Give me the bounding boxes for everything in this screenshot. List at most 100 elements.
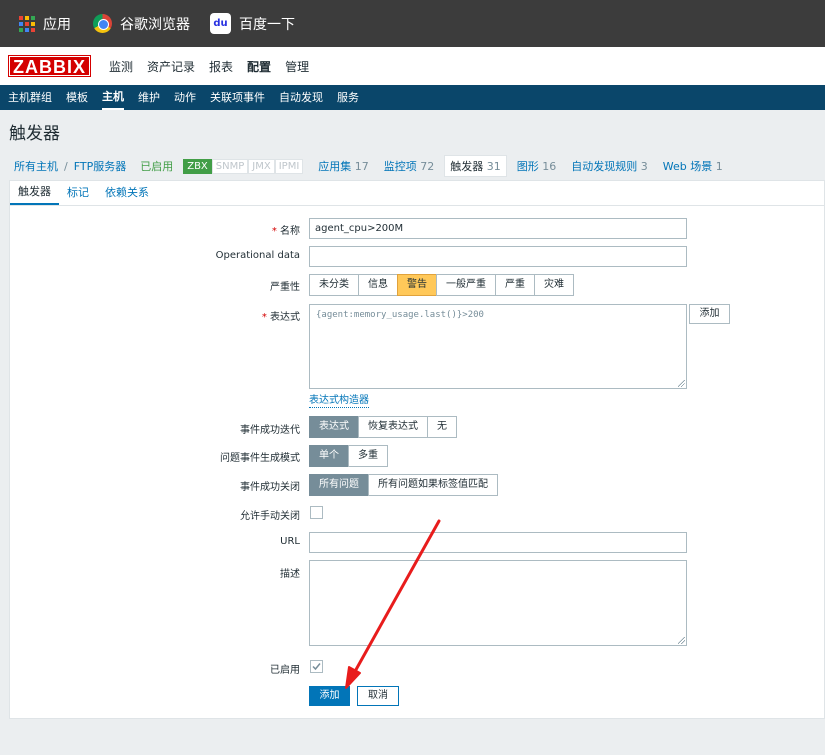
submenu-services[interactable]: 服务 <box>337 85 359 110</box>
main-menu: 监测 资产记录 报表 配置 管理 <box>109 47 323 85</box>
submenu-host-groups[interactable]: 主机群组 <box>8 85 52 110</box>
badge-jmx: JMX <box>248 158 275 174</box>
menu-administration[interactable]: 管理 <box>285 58 309 75</box>
interface-badges: ZBX SNMP JMX IPMI <box>183 158 304 174</box>
submenu-event-correlation[interactable]: 关联项事件 <box>210 85 265 110</box>
description-textarea[interactable] <box>309 560 687 646</box>
menu-inventory[interactable]: 资产记录 <box>147 58 195 75</box>
breadcrumb-item-label: 图形 <box>516 160 539 173</box>
ok-close-all-problems[interactable]: 所有问题 <box>309 474 369 496</box>
url-label: URL <box>280 536 300 547</box>
form-tabs: 触发器 标记 依赖关系 <box>10 181 157 205</box>
name-input[interactable]: agent_cpu>200M <box>309 218 687 239</box>
breadcrumb-item-label: 监控项 <box>383 160 417 173</box>
name-label-text: 名称 <box>280 226 300 237</box>
badge-snmp: SNMP <box>211 158 249 174</box>
bookmarks-bar: 应用 谷歌浏览器 du 百度一下 <box>0 0 825 47</box>
severity-information[interactable]: 信息 <box>358 274 398 296</box>
breadcrumb-item-label: Web 场景 <box>662 160 713 173</box>
ok-event-none[interactable]: 无 <box>427 416 457 438</box>
name-label: * 名称 <box>10 222 300 237</box>
severity-disaster[interactable]: 灾难 <box>534 274 574 296</box>
breadcrumb-item-label: 应用集 <box>318 160 352 173</box>
breadcrumb-item-count: 17 <box>354 160 369 173</box>
problem-generation-mode-selector: 单个 多重 <box>309 445 388 467</box>
menu-monitoring[interactable]: 监测 <box>109 58 133 75</box>
apps-grid-icon <box>19 15 35 32</box>
ok-event-closes-selector: 所有问题 所有问题如果标签值匹配 <box>309 474 498 496</box>
expression-value: {agent:memory_usage.last()}>200 <box>316 310 484 320</box>
ok-close-tag-match[interactable]: 所有问题如果标签值匹配 <box>368 474 498 496</box>
severity-selector: 未分类 信息 警告 一般严重 严重 灾难 <box>309 274 574 296</box>
chrome-icon <box>93 14 112 33</box>
menu-reports[interactable]: 报表 <box>209 58 233 75</box>
submenu-discovery[interactable]: 自动发现 <box>279 85 323 110</box>
submenu-hosts[interactable]: 主机 <box>102 85 124 110</box>
generation-mode-single[interactable]: 单个 <box>309 445 349 467</box>
operational-data-label: Operational data <box>215 250 300 261</box>
severity-warning[interactable]: 警告 <box>397 274 437 296</box>
ok-event-expression[interactable]: 表达式 <box>309 416 359 438</box>
breadcrumb-item-count: 3 <box>640 160 648 173</box>
tab-divider <box>10 205 825 206</box>
severity-high[interactable]: 严重 <box>495 274 535 296</box>
breadcrumb-web-scenarios[interactable]: Web 场景 1 <box>663 158 723 174</box>
enabled-label: 已启用 <box>270 665 300 676</box>
breadcrumb-host[interactable]: FTP服务器 <box>74 158 127 174</box>
breadcrumb-item-count: 72 <box>420 160 435 173</box>
ok-event-generation-selector: 表达式 恢复表达式 无 <box>309 416 457 438</box>
breadcrumb-items[interactable]: 监控项 72 <box>384 158 435 174</box>
required-mark: * <box>271 226 277 237</box>
breadcrumb-discovery-rules[interactable]: 自动发现规则 3 <box>571 158 648 174</box>
allow-manual-close-checkbox[interactable] <box>310 506 323 519</box>
problem-generation-mode-label: 问题事件生成模式 <box>220 453 300 464</box>
bookmark-chrome[interactable]: 谷歌浏览器 <box>93 14 190 34</box>
generation-mode-multiple[interactable]: 多重 <box>348 445 388 467</box>
tab-dependencies[interactable]: 依赖关系 <box>97 181 157 205</box>
url-input[interactable] <box>309 532 687 553</box>
expression-label-text: 表达式 <box>270 312 300 323</box>
badge-zbx: ZBX <box>183 158 212 174</box>
tab-tags[interactable]: 标记 <box>59 181 97 205</box>
breadcrumb-applications[interactable]: 应用集 17 <box>318 158 369 174</box>
submenu-maintenance[interactable]: 维护 <box>138 85 160 110</box>
breadcrumb-item-count: 16 <box>542 160 557 173</box>
bookmark-apps[interactable]: 应用 <box>19 14 71 34</box>
host-status-badge[interactable]: 已启用 <box>140 158 173 174</box>
submenu-actions[interactable]: 动作 <box>174 85 196 110</box>
top-navigation: ZABBIX 监测 资产记录 报表 配置 管理 <box>0 47 825 85</box>
cancel-button[interactable]: 取消 <box>357 686 399 706</box>
checkmark-icon <box>312 663 321 671</box>
add-button[interactable]: 添加 <box>309 686 350 706</box>
severity-average[interactable]: 一般严重 <box>436 274 496 296</box>
ok-event-recovery-expression[interactable]: 恢复表达式 <box>358 416 428 438</box>
breadcrumb-item-label: 自动发现规则 <box>571 160 638 173</box>
required-mark: * <box>261 312 267 323</box>
bookmark-baidu[interactable]: du 百度一下 <box>210 13 295 34</box>
ok-event-generation-label: 事件成功迭代 <box>240 425 300 436</box>
menu-configuration[interactable]: 配置 <box>247 58 271 75</box>
breadcrumb-triggers[interactable]: 触发器 31 <box>444 155 507 177</box>
breadcrumb: 所有主机 / FTP服务器 已启用 ZBX SNMP JMX IPMI 应用集 … <box>14 155 723 177</box>
breadcrumb-graphs[interactable]: 图形 16 <box>517 158 557 174</box>
baidu-paw-icon: du <box>210 13 231 34</box>
breadcrumb-all-hosts[interactable]: 所有主机 <box>14 158 58 174</box>
operational-data-input[interactable] <box>309 246 687 267</box>
expression-constructor-link[interactable]: 表达式构造器 <box>309 395 369 408</box>
allow-manual-close-label: 允许手动关闭 <box>240 511 300 522</box>
zabbix-logo[interactable]: ZABBIX <box>8 55 91 77</box>
sub-menu: 主机群组 模板 主机 维护 动作 关联项事件 自动发现 服务 <box>0 85 825 110</box>
expression-textarea[interactable]: {agent:memory_usage.last()}>200 <box>309 304 687 389</box>
severity-not-classified[interactable]: 未分类 <box>309 274 359 296</box>
tab-trigger[interactable]: 触发器 <box>10 181 59 205</box>
description-label: 描述 <box>280 569 300 580</box>
enabled-checkbox[interactable] <box>310 660 323 673</box>
breadcrumb-item-count: 1 <box>715 160 723 173</box>
bookmark-label: 谷歌浏览器 <box>120 16 190 33</box>
severity-label: 严重性 <box>270 282 300 293</box>
expression-add-button[interactable]: 添加 <box>689 304 730 324</box>
breadcrumb-item-count: 31 <box>486 160 501 173</box>
submenu-templates[interactable]: 模板 <box>66 85 88 110</box>
expression-label: * 表达式 <box>10 308 300 323</box>
badge-ipmi: IPMI <box>274 158 304 174</box>
